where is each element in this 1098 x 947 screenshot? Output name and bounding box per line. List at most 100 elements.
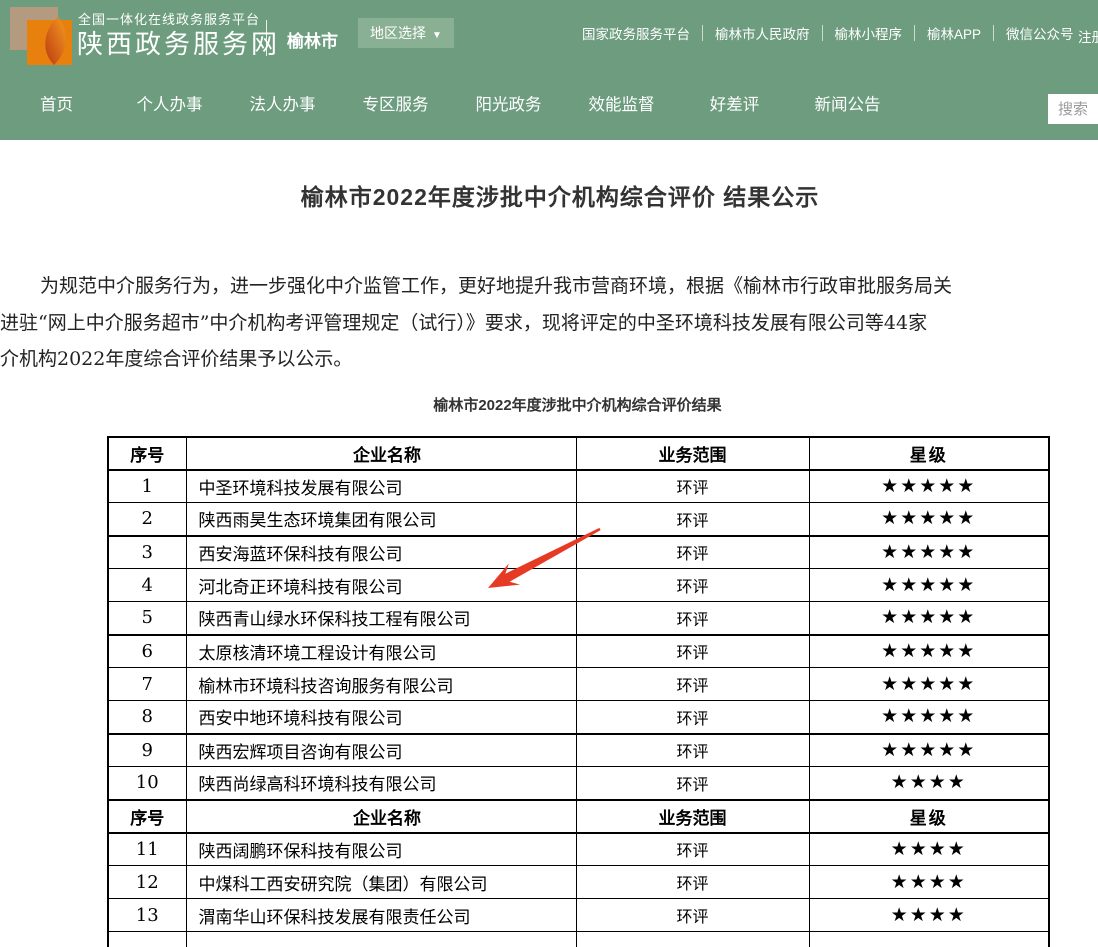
company-name: 河北奇正环境科技有限公司 [186,569,576,602]
table-header-row: 序号企业名称业务范围星级 [108,437,1049,470]
table-header-row: 序号企业名称业务范围星级 [108,800,1049,833]
star-rating: ★★★★★ [809,701,1049,734]
star-rating: ★★★★★ [809,470,1049,503]
nav-item-news[interactable]: 新闻公告 [791,72,904,138]
register-link[interactable]: 注册 [1078,26,1098,46]
star-rating: ★★★★ [809,833,1049,866]
nav-item-home[interactable]: 首页 [0,72,113,138]
table-row: 11陕西阔鹏环保科技有限公司环评★★★★ [108,833,1049,866]
nav-item-open-government[interactable]: 阳光政务 [452,72,565,138]
top-link-wechat[interactable]: 微信公众号 [994,23,1086,43]
company-name: 陕西青山绿水环保科技工程有限公司 [186,602,576,635]
row-number: 1 [108,470,186,503]
site-name: 陕西政务服务网 [77,24,280,61]
company-name: 西安海蓝环保科技有限公司 [186,536,576,569]
company-name: 西安中地环境科技有限公司 [186,701,576,734]
announcement-paragraph: 为规范中介服务行为，进一步强化中介监管工作，更好地提升我市营商环境，根据《榆林市… [0,268,1098,378]
evaluation-table-body: 序号企业名称业务范围星级1中圣环境科技发展有限公司环评★★★★★2陕西雨昊生态环… [108,437,1049,947]
current-city-label: 榆林市 [287,27,338,52]
business-scope: 环评 [576,536,809,569]
nav-item-supervision[interactable]: 效能监督 [565,72,678,138]
top-link-national-platform[interactable]: 国家政务服务平台 [570,23,702,43]
table-row: 7榆林市环境科技咨询服务有限公司环评★★★★★ [108,668,1049,701]
row-number: 7 [108,668,186,701]
company-name: 陕西宏辉项目咨询有限公司 [186,734,576,767]
company-name: 中煤科工西安研究院（集团）有限公司 [186,866,576,899]
column-header: 星级 [809,800,1049,833]
business-scope: 环评 [576,503,809,536]
row-number: 10 [108,767,186,800]
top-link-app[interactable]: 榆林APP [915,23,993,43]
table-row: 6太原核清环境工程设计有限公司环评★★★★★ [108,635,1049,668]
table-row: 2陕西雨昊生态环境集团有限公司环评★★★★★ [108,503,1049,536]
star-rating: ★★★★★ [809,635,1049,668]
column-header: 企业名称 [186,800,576,833]
row-number: 9 [108,734,186,767]
company-name: 陕西尚绿高科环境科技有限公司 [186,767,576,800]
site-logo-icon[interactable] [8,3,74,67]
star-rating: ★★★★★ [809,668,1049,701]
company-name: 中圣环境科技发展有限公司 [186,470,576,503]
company-name: 榆林市环境科技咨询服务有限公司 [186,668,576,701]
company-name: 陕西阔鹏环保科技有限公司 [186,833,576,866]
business-scope: 环评 [576,470,809,503]
nav-item-personal[interactable]: 个人办事 [113,72,226,138]
row-number: 5 [108,602,186,635]
table-row-partial [108,932,1049,947]
row-number: 13 [108,899,186,932]
star-rating: ★★★★ [809,866,1049,899]
column-header: 业务范围 [576,800,809,833]
chevron-down-icon: ▼ [432,30,442,41]
top-link-bar: 国家政务服务平台 榆林市人民政府 榆林小程序 榆林APP 微信公众号 [570,0,1086,66]
evaluation-table: 序号企业名称业务范围星级1中圣环境科技发展有限公司环评★★★★★2陕西雨昊生态环… [107,436,1050,947]
row-number: 3 [108,536,186,569]
star-rating: ★★★★ [809,767,1049,800]
business-scope: 环评 [576,899,809,932]
business-scope: 环评 [576,635,809,668]
column-header: 序号 [108,437,186,470]
search-box [1048,94,1098,124]
business-scope: 环评 [576,767,809,800]
table-row: 5陕西青山绿水环保科技工程有限公司环评★★★★★ [108,602,1049,635]
star-rating: ★★★★★ [809,734,1049,767]
nav-item-special-zone[interactable]: 专区服务 [339,72,452,138]
row-number: 6 [108,635,186,668]
star-rating: ★★★★★ [809,503,1049,536]
column-header: 星级 [809,437,1049,470]
paragraph-line: 为规范中介服务行为，进一步强化中介监管工作，更好地提升我市营商环境，根据《榆林市… [0,268,1098,305]
main-nav: 首页 个人办事 法人办事 专区服务 阳光政务 效能监督 好差评 新闻公告 [0,72,904,138]
row-number: 4 [108,569,186,602]
business-scope: 环评 [576,866,809,899]
paragraph-line: 介机构2022年度综合评价结果予以公示。 [0,341,1098,378]
table-row: 12中煤科工西安研究院（集团）有限公司环评★★★★ [108,866,1049,899]
page-title: 榆林市2022年度涉批中介机构综合评价 结果公示 [0,178,1098,212]
business-scope: 环评 [576,833,809,866]
table-row: 4河北奇正环境科技有限公司环评★★★★★ [108,569,1049,602]
brand-divider [266,20,267,56]
row-number: 12 [108,866,186,899]
region-selector-button[interactable]: 地区选择 ▼ [358,18,454,48]
star-rating: ★★★★★ [809,536,1049,569]
nav-item-legal-person[interactable]: 法人办事 [226,72,339,138]
table-row: 8西安中地环境科技有限公司环评★★★★★ [108,701,1049,734]
search-input[interactable] [1048,94,1098,124]
star-rating: ★★★★★ [809,569,1049,602]
business-scope: 环评 [576,668,809,701]
announcement-content: 榆林市2022年度涉批中介机构综合评价 结果公示 为规范中介服务行为，进一步强化… [0,178,1098,947]
business-scope: 环评 [576,569,809,602]
top-link-mini-program[interactable]: 榆林小程序 [823,23,915,43]
nav-item-rating[interactable]: 好差评 [678,72,791,138]
top-link-city-government[interactable]: 榆林市人民政府 [703,23,822,43]
business-scope: 环评 [576,602,809,635]
paragraph-line: 进驻“网上中介服务超市”中介机构考评管理规定（试行）》要求，现将评定的中圣环境科… [0,305,1098,342]
row-number: 11 [108,833,186,866]
table-row: 10陕西尚绿高科环境科技有限公司环评★★★★ [108,767,1049,800]
region-selector-label: 地区选择 [370,25,426,41]
site-header: 全国一体化在线政务服务平台 陕西政务服务网 榆林市 地区选择▼ 国家政务服务平台… [0,0,1098,140]
column-header: 序号 [108,800,186,833]
table-row: 3西安海蓝环保科技有限公司环评★★★★★ [108,536,1049,569]
column-header: 企业名称 [186,437,576,470]
table-row: 1中圣环境科技发展有限公司环评★★★★★ [108,470,1049,503]
row-number: 8 [108,701,186,734]
table-row: 13渭南华山环保科技发展有限责任公司环评★★★★ [108,899,1049,932]
